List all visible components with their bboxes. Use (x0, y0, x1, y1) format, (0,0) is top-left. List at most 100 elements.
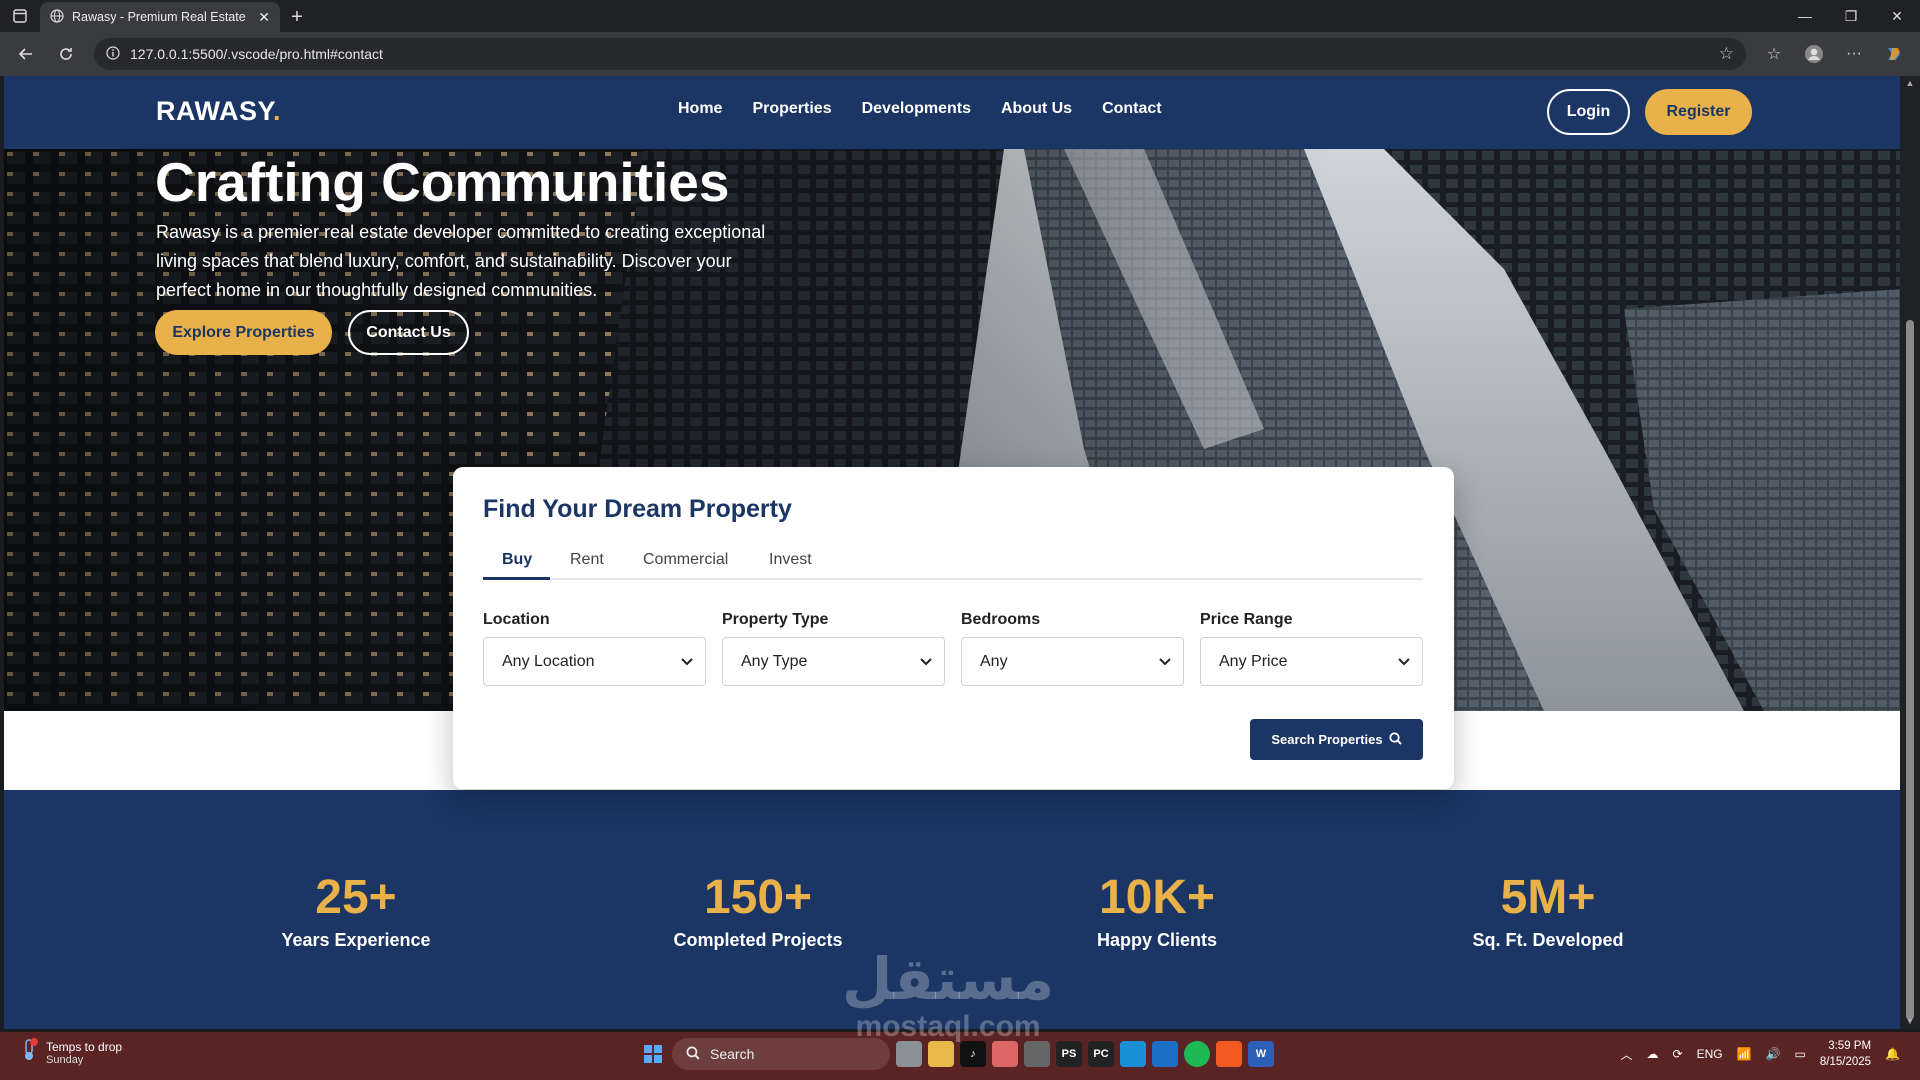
thermometer-icon (20, 1038, 38, 1067)
clock-date: 8/15/2025 (1819, 1056, 1872, 1068)
copilot-app-icon[interactable] (992, 1041, 1018, 1067)
address-bar[interactable]: 127.0.0.1:5500/.vscode/pro.html#contact … (94, 38, 1746, 70)
phpstorm-icon[interactable]: PS (1056, 1041, 1082, 1067)
favorites-icon[interactable]: ☆ (1756, 36, 1792, 72)
site-logo[interactable]: RAWASY. (156, 96, 281, 127)
hero-title: Crafting Communities (155, 151, 730, 213)
reload-icon[interactable] (48, 36, 84, 72)
brave-icon[interactable] (1216, 1041, 1242, 1067)
scroll-down-icon[interactable]: ▼ (1904, 1016, 1916, 1026)
stat-label: Sq. Ft. Developed (1472, 930, 1624, 950)
stat-number: 5M+ (1500, 871, 1596, 924)
logo-dot: . (273, 96, 282, 126)
system-tray: ︿ ☁ ⟳ ENG 📶 🔊 ▭ 3:59 PM 8/15/2025 🔔 (1621, 1038, 1900, 1070)
more-menu-icon[interactable]: ··· (1836, 36, 1872, 72)
notification-icon[interactable]: 🔔 (1885, 1047, 1900, 1061)
nav-contact[interactable]: Contact (1102, 100, 1162, 118)
stat-projects: 150+ Completed Projects (608, 870, 908, 951)
language-indicator[interactable]: ENG (1697, 1047, 1723, 1061)
site-navbar: RAWASY. Home Properties Developments Abo… (4, 76, 1900, 149)
property-type-select[interactable]: Any Type (722, 637, 945, 686)
register-button[interactable]: Register (1645, 89, 1752, 135)
stat-clients: 10K+ Happy Clients (1007, 870, 1307, 951)
wifi-icon[interactable]: 📶 (1737, 1047, 1752, 1061)
edge-icon[interactable] (1120, 1041, 1146, 1067)
contact-us-button[interactable]: Contact Us (348, 310, 469, 355)
nav-about-us[interactable]: About Us (1001, 100, 1072, 118)
tab-rent[interactable]: Rent (570, 551, 604, 580)
info-icon[interactable] (106, 45, 120, 63)
nav-properties[interactable]: Properties (752, 100, 831, 118)
property-type-label: Property Type (722, 611, 829, 628)
chevron-up-icon[interactable]: ︿ (1621, 1046, 1633, 1063)
search-icon (686, 1046, 700, 1063)
restore-icon[interactable]: ❐ (1828, 0, 1874, 32)
sync-icon[interactable]: ⟳ (1673, 1047, 1683, 1061)
volume-icon[interactable]: 🔊 (1766, 1047, 1781, 1061)
page-viewport: RAWASY. Home Properties Developments Abo… (4, 76, 1900, 1029)
search-title: Find Your Dream Property (483, 495, 792, 523)
nav-home[interactable]: Home (678, 100, 722, 118)
copilot-icon[interactable] (1876, 36, 1912, 72)
login-button[interactable]: Login (1547, 89, 1630, 135)
logo-text: RAWASY (156, 96, 274, 126)
explore-properties-button[interactable]: Explore Properties (155, 310, 332, 355)
price-range-label: Price Range (1200, 611, 1293, 628)
spotify-icon[interactable] (1184, 1041, 1210, 1067)
bedrooms-select[interactable]: Any (961, 637, 1184, 686)
chevron-down-icon (1398, 653, 1410, 671)
location-label: Location (483, 611, 550, 628)
tab-commercial[interactable]: Commercial (643, 551, 728, 580)
search-properties-button[interactable]: Search Properties (1250, 719, 1423, 760)
start-windows-icon[interactable] (640, 1041, 666, 1067)
property-type-value: Any Type (741, 652, 808, 670)
tiktok-icon[interactable]: ♪ (960, 1041, 986, 1067)
location-select[interactable]: Any Location (483, 637, 706, 686)
main-menu: Home Properties Developments About Us Co… (678, 100, 1162, 118)
location-value: Any Location (502, 652, 595, 670)
nav-developments[interactable]: Developments (862, 100, 971, 118)
hero-description: Rawasy is a premier real estate develope… (156, 222, 766, 300)
minimize-icon[interactable]: — (1782, 0, 1828, 32)
tab-buy[interactable]: Buy (483, 551, 550, 580)
price-range-select[interactable]: Any Price (1200, 637, 1423, 686)
stat-number: 10K+ (1098, 871, 1216, 924)
stat-number: 150+ (703, 871, 813, 924)
clock[interactable]: 3:59 PM 8/15/2025 (1820, 1038, 1871, 1070)
back-icon[interactable] (8, 36, 44, 72)
bedrooms-field: Bedrooms Any (961, 611, 1184, 686)
weather-subtitle: Sunday (46, 1053, 84, 1066)
close-tab-icon[interactable]: ✕ (258, 9, 270, 26)
cloud-icon[interactable]: ☁ (1647, 1047, 1659, 1061)
watermark-arabic: مستقل (842, 947, 1055, 1012)
stat-years: 25+ Years Experience (206, 870, 506, 951)
tab-actions-icon[interactable] (0, 0, 40, 32)
scrollbar-thumb[interactable] (1906, 320, 1914, 1020)
pycharm-icon[interactable]: PC (1088, 1041, 1114, 1067)
new-tab-button[interactable]: + (280, 2, 314, 32)
close-window-icon[interactable]: ✕ (1874, 0, 1920, 32)
vscode-icon[interactable] (1152, 1041, 1178, 1067)
task-view-icon[interactable] (896, 1041, 922, 1067)
chevron-down-icon (920, 653, 932, 671)
weather-widget[interactable]: Temps to drop Sunday (20, 1038, 122, 1067)
globe-icon (50, 8, 64, 26)
store-icon[interactable] (1024, 1041, 1050, 1067)
watermark-latin: mostaql.com (855, 1010, 1041, 1043)
search-icon (1389, 731, 1402, 748)
watermark: مستقل mostaql.com (842, 950, 1054, 1044)
bedrooms-label: Bedrooms (961, 611, 1041, 628)
browser-tab[interactable]: Rawasy - Premium Real Estate De ✕ (40, 2, 280, 32)
url-text: 127.0.0.1:5500/.vscode/pro.html#contact (130, 46, 383, 62)
file-explorer-icon[interactable] (928, 1041, 954, 1067)
weather-title: Temps to drop (46, 1039, 123, 1054)
battery-icon[interactable]: ▭ (1795, 1047, 1806, 1061)
word-icon[interactable]: W (1248, 1041, 1274, 1067)
scroll-up-icon[interactable]: ▲ (1904, 78, 1916, 88)
favorite-star-icon[interactable]: ☆ (1719, 44, 1734, 64)
bedrooms-value: Any (980, 652, 1008, 670)
stat-label: Years Experience (281, 930, 431, 950)
profile-avatar-icon[interactable] (1796, 36, 1832, 72)
tab-invest[interactable]: Invest (769, 551, 812, 580)
location-field: Location Any Location (483, 611, 706, 686)
